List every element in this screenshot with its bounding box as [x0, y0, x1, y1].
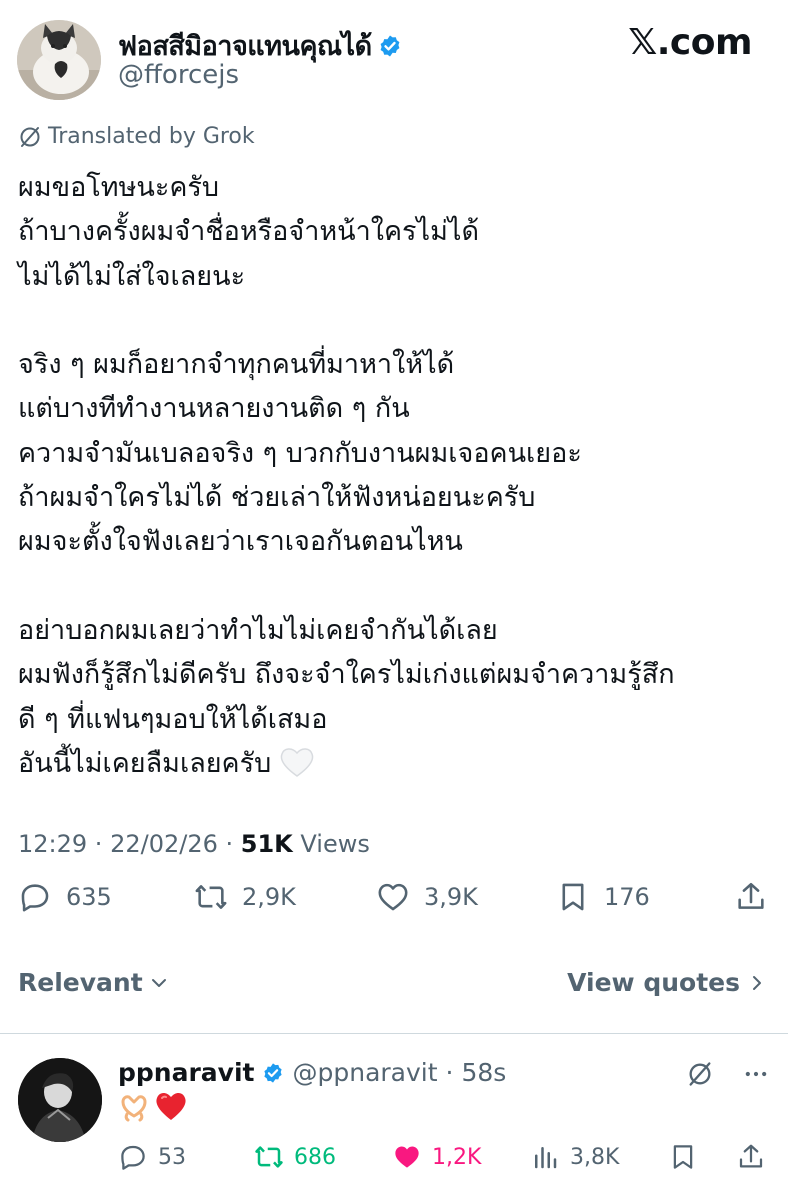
chevron-down-icon — [151, 978, 166, 987]
red-heart-emoji-icon — [156, 1092, 186, 1120]
reply-actions: 53 686 1,2K 3,8K — [0, 1142, 788, 1182]
tweet-line: ถ้าผมจำใครไม่ได้ ช่วยเล่าให้ฟังหน่อยนะคร… — [18, 482, 536, 514]
translated-label: Translated by Grok — [48, 124, 255, 149]
tweet-date[interactable]: 22/02/26 — [110, 830, 218, 858]
reply-like-count: 1,2K — [432, 1144, 482, 1170]
views-chart-icon — [535, 1147, 557, 1169]
view-quotes-label: View quotes — [567, 968, 740, 997]
sort-label: Relevant — [18, 968, 143, 997]
grok-icon — [20, 126, 40, 147]
reply-reply-count: 53 — [158, 1144, 186, 1170]
reply-avatar[interactable] — [18, 1058, 102, 1142]
cat-avatar-icon — [17, 20, 101, 100]
reply-views-button[interactable]: 3,8K — [530, 1142, 619, 1172]
tweet-actions: 635 2,9K 3,9K 176 — [0, 880, 788, 940]
repost-count: 2,9K — [242, 883, 296, 911]
tweet-line: ผมฟังก็รู้สึกไม่ดีครับ ถึงจะจำใครไม่เก่ง… — [18, 659, 675, 691]
repost-icon — [255, 1146, 283, 1168]
bookmark-count: 176 — [604, 883, 650, 911]
person-avatar-icon — [18, 1058, 102, 1142]
author-handle[interactable]: @fforcejs — [118, 60, 239, 90]
reply-display-name: ppnaravit — [118, 1058, 255, 1087]
reply-repost-count: 686 — [294, 1144, 336, 1170]
reply-bookmark-button[interactable] — [668, 1142, 698, 1172]
reply-repost-button[interactable]: 686 — [254, 1142, 336, 1172]
heart-icon — [378, 883, 408, 911]
reply-share-button[interactable] — [736, 1142, 766, 1172]
bookmark-icon — [673, 1145, 693, 1169]
tweet-line: ผมจะตั้งใจฟังเลยว่าเราเจอกันตอนไหน — [18, 526, 463, 558]
tweet-line: ไม่ได้ไม่ใส่ใจเลยนะ — [18, 260, 246, 292]
reply-handle: @ppnaravit — [292, 1058, 438, 1087]
tweet-time[interactable]: 12:29 — [18, 830, 87, 858]
reply-views-count: 3,8K — [570, 1144, 620, 1170]
share-button[interactable] — [734, 880, 768, 914]
like-count: 3,9K — [424, 883, 478, 911]
share-icon — [739, 1144, 763, 1168]
tweet-line: แต่บางทีทำงานหลายงานติด ๆ กัน — [18, 393, 410, 425]
reply-button[interactable]: 635 — [18, 880, 112, 914]
tweet-line: อันนี้ไม่เคยลืมเลยครับ — [18, 747, 272, 779]
tweet-line: จริง ๆ ผมก็อยากจำทุกคนที่มาหาให้ได้ — [18, 349, 455, 381]
reply-tweet[interactable]: ppnaravit @ppnaravit · 58s 53 686 1,2K 3… — [0, 1050, 788, 1200]
reply-age: 58s — [461, 1058, 507, 1087]
tweet-header: ฟอสสีมิอาจแทนคุณได้ @fforcejs 𝕏.com — [0, 0, 788, 110]
tweet-line-last: อันนี้ไม่เคยลืมเลยครับ — [18, 742, 778, 786]
white-heart-emoji-icon — [281, 748, 314, 777]
reply-icon — [21, 884, 49, 912]
tweet-line: อย่าบอกผมเลยว่าทำไมไม่เคยจำกันได้เลย — [18, 614, 498, 646]
heart-filled-icon — [395, 1146, 419, 1168]
heart-hands-emoji-icon — [121, 1095, 147, 1122]
reply-icon — [121, 1145, 145, 1170]
share-icon — [738, 882, 764, 909]
tweet-text: ผมขอโทษนะครับ ถ้าบางครั้งผมจำชื่อหรือจำห… — [18, 166, 778, 786]
reply-count: 635 — [66, 883, 112, 911]
verified-badge-icon — [264, 1062, 283, 1083]
view-quotes-link[interactable]: View quotes — [567, 968, 766, 997]
translated-by-grok[interactable]: Translated by Grok — [18, 124, 255, 149]
views-label: Views — [300, 830, 370, 858]
reply-author[interactable]: ppnaravit @ppnaravit · 58s — [118, 1058, 506, 1087]
divider — [0, 1033, 788, 1034]
verified-badge-icon — [380, 35, 400, 56]
x-com-logo: 𝕏.com — [628, 22, 752, 63]
bookmark-icon — [562, 883, 584, 911]
chevron-right-icon — [753, 975, 761, 990]
tweet-line: ความจำมันเบลอจริง ๆ บวกกับงานผมเจอคนเยอะ — [18, 437, 582, 469]
reply-separator: · — [445, 1058, 454, 1087]
tweet-line: ถ้าบางครั้งผมจำชื่อหรือจำหน้าใครไม่ได้ — [18, 216, 480, 248]
reply-top-actions — [686, 1060, 770, 1088]
tweet-meta: 12:29 · 22/02/26 · 51K Views — [18, 830, 370, 858]
like-button[interactable]: 3,9K — [376, 880, 478, 914]
sort-dropdown[interactable]: Relevant — [18, 968, 169, 997]
reply-reply-button[interactable]: 53 — [118, 1142, 186, 1172]
author-avatar[interactable] — [17, 20, 101, 100]
replies-filter-bar: Relevant View quotes — [0, 968, 788, 1012]
repost-icon — [195, 885, 227, 909]
grok-icon[interactable] — [686, 1060, 714, 1088]
more-options-icon[interactable] — [742, 1060, 770, 1088]
tweet-line: ผมขอโทษนะครับ — [18, 172, 220, 203]
reply-like-button[interactable]: 1,2K — [392, 1142, 481, 1172]
reply-text — [118, 1090, 188, 1122]
tweet-line: ดี ๆ ที่แฟนๆมอบให้ได้เสมอ — [18, 703, 328, 735]
bookmark-button[interactable]: 176 — [556, 880, 650, 914]
views-count: 51K — [240, 830, 293, 858]
repost-button[interactable]: 2,9K — [194, 880, 296, 914]
